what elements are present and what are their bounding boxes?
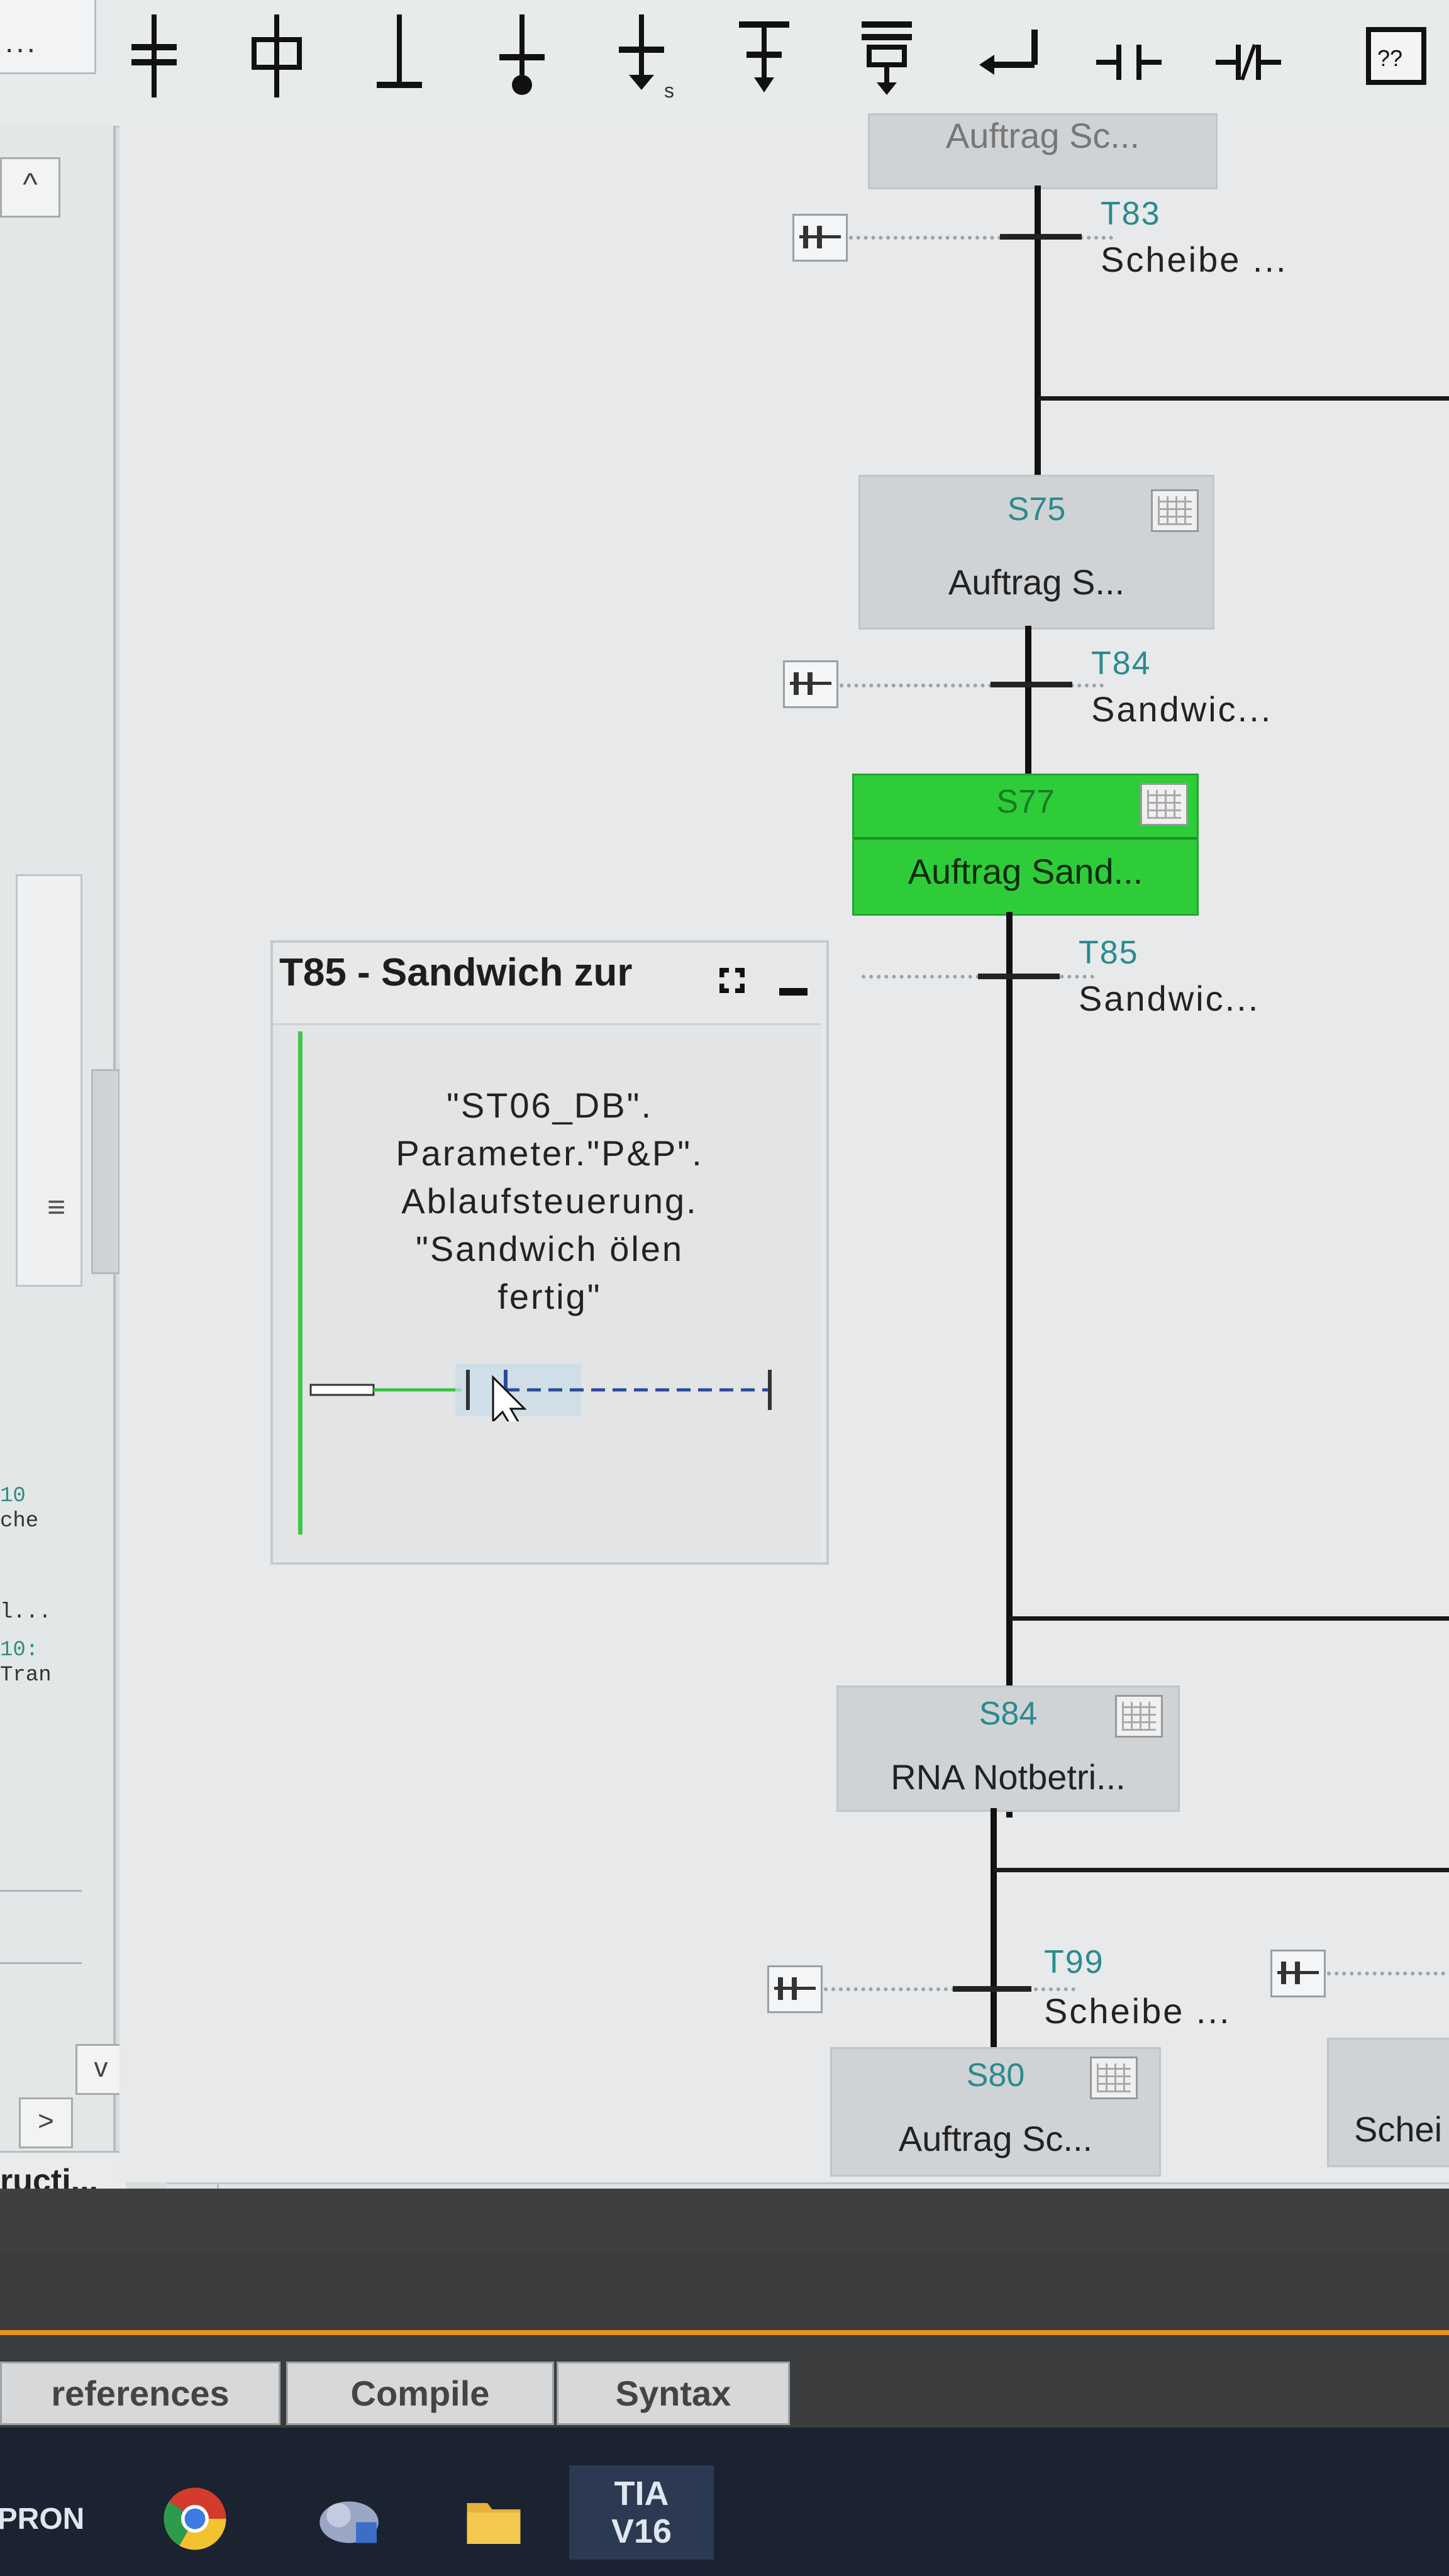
transition-name: Sandwic...	[1079, 979, 1260, 1018]
step-box[interactable]: S75 Auftrag S...	[858, 475, 1214, 630]
transition-name: Scheibe ...	[1101, 240, 1288, 279]
expand-button[interactable]: >	[19, 2097, 73, 2148]
step-action-table-icon[interactable]	[1115, 1695, 1163, 1738]
tia-label: TIA	[614, 2475, 669, 2512]
step-name: Auftrag Sc...	[898, 2119, 1093, 2158]
step-name: Auftrag Sc...	[945, 116, 1140, 155]
scroll-up-button[interactable]: ^	[0, 157, 60, 218]
step-box[interactable]: S84 RNA Notbetri...	[836, 1685, 1180, 1812]
transition-id: T83	[1101, 196, 1161, 232]
step-divider	[854, 837, 1197, 840]
transition-id: T84	[1091, 645, 1152, 682]
insert-branch-s-icon[interactable]: s	[597, 9, 686, 103]
step-box[interactable]: S80 Auftrag Sc...	[830, 2047, 1161, 2177]
sidebar-divider	[0, 1890, 82, 1892]
sidebar-snippet: 10:	[0, 1638, 39, 1662]
chevron-down-icon: v	[94, 2052, 108, 2083]
chevron-up-icon: ^	[23, 167, 38, 202]
app-icon[interactable]	[308, 2484, 390, 2553]
step-box[interactable]: Schei	[1327, 2038, 1449, 2167]
step-name: RNA Notbetri...	[891, 1757, 1126, 1797]
transition-contact-icon[interactable]	[1270, 1950, 1326, 1997]
step-name: Auftrag Sand...	[908, 852, 1143, 891]
branch-line	[1038, 396, 1449, 401]
tab-syntax[interactable]: Syntax	[557, 2362, 790, 2425]
status-strip	[0, 2189, 1449, 2251]
accent-line	[0, 2330, 1449, 2335]
sidebar-divider	[0, 1962, 82, 1964]
sidebar-snippet: 10	[0, 1484, 26, 1508]
svg-text:s: s	[664, 79, 674, 100]
svg-text:??: ??	[1377, 45, 1402, 71]
toolbar-menu-button[interactable]: ...	[0, 0, 96, 74]
alternative-branch-icon[interactable]	[843, 9, 931, 103]
sequence-line	[1006, 912, 1013, 1818]
popup-title: T85 - Sandwich zur	[279, 951, 633, 994]
contact-rung-icon[interactable]	[304, 1358, 782, 1421]
transition-bar[interactable]	[978, 974, 1060, 979]
transition-contact-icon[interactable]	[792, 214, 848, 262]
sidebar-snippet: l...	[0, 1601, 52, 1624]
insert-step-icon[interactable]	[110, 9, 198, 103]
scroll-down-button[interactable]: v	[75, 2044, 126, 2095]
panel-splitter[interactable]	[91, 1069, 120, 1274]
folder-icon[interactable]	[453, 2484, 535, 2553]
transition-connector	[1327, 1972, 1449, 1975]
tia-portal-taskbar-button[interactable]: TIA V16	[569, 2465, 714, 2560]
popup-body: "ST06_DB". Parameter."P&P". Ablaufsteuer…	[273, 1023, 821, 1561]
step-action-table-icon[interactable]	[1140, 783, 1188, 826]
step-action-table-icon[interactable]	[1090, 2057, 1138, 2099]
chrome-icon[interactable]	[154, 2484, 236, 2553]
branch-line	[994, 1868, 1449, 1872]
tab-compile[interactable]: Compile	[286, 2362, 554, 2425]
active-step-box[interactable]: S77 Auftrag Sand...	[852, 774, 1199, 916]
sidebar-snippet: che	[0, 1509, 39, 1533]
open-branch-icon[interactable]	[720, 9, 808, 103]
grip-icon[interactable]: ≡	[47, 1189, 79, 1233]
sequence-line	[991, 1808, 997, 2085]
branch-line	[1009, 1616, 1449, 1621]
transition-contact-icon[interactable]	[783, 660, 838, 708]
minimize-icon[interactable]	[779, 988, 808, 996]
taskbar-pron-app[interactable]: PRON	[0, 2484, 84, 2553]
transition-condition-popup[interactable]: T85 - Sandwich zur "ST06_DB". Parameter.…	[270, 940, 829, 1565]
step-name: Auftrag S...	[948, 562, 1125, 602]
step-name: Schei	[1354, 2109, 1443, 2149]
insert-transition-icon[interactable]	[355, 9, 443, 103]
transition-contact-icon[interactable]	[767, 1965, 823, 2013]
transition-name: Sandwic...	[1091, 689, 1273, 729]
insert-jump-icon[interactable]	[478, 9, 566, 103]
power-rail	[298, 1031, 303, 1535]
transition-id: T99	[1044, 1944, 1104, 1980]
close-branch-icon[interactable]	[965, 9, 1053, 103]
chevron-right-icon: >	[38, 2106, 54, 2136]
condition-operand-text: "ST06_DB". Parameter."P&P". Ablaufsteuer…	[396, 1085, 704, 1316]
menu-dots-label: ...	[5, 26, 38, 59]
step-action-table-icon[interactable]	[1151, 489, 1199, 532]
transition-bar[interactable]	[953, 1986, 1031, 1992]
transition-bar[interactable]	[1000, 234, 1082, 240]
normally-open-contact-icon[interactable]	[1085, 9, 1173, 103]
tia-version-label: V16	[611, 2512, 672, 2550]
transition-name: Scheibe ...	[1044, 1991, 1231, 2031]
normally-closed-contact-icon[interactable]	[1204, 9, 1292, 103]
tab-cross-references[interactable]: references	[0, 2362, 280, 2425]
step-box[interactable]: Auftrag Sc...	[868, 113, 1218, 189]
transition-bar[interactable]	[991, 682, 1072, 687]
sidebar-snippet: Tran	[0, 1663, 52, 1687]
transition-connector	[824, 1987, 1075, 1991]
transition-id: T85	[1079, 935, 1139, 971]
insert-step-transition-icon[interactable]	[233, 9, 321, 103]
maximize-icon[interactable]	[716, 965, 748, 996]
empty-box-icon[interactable]: ??	[1352, 9, 1440, 103]
